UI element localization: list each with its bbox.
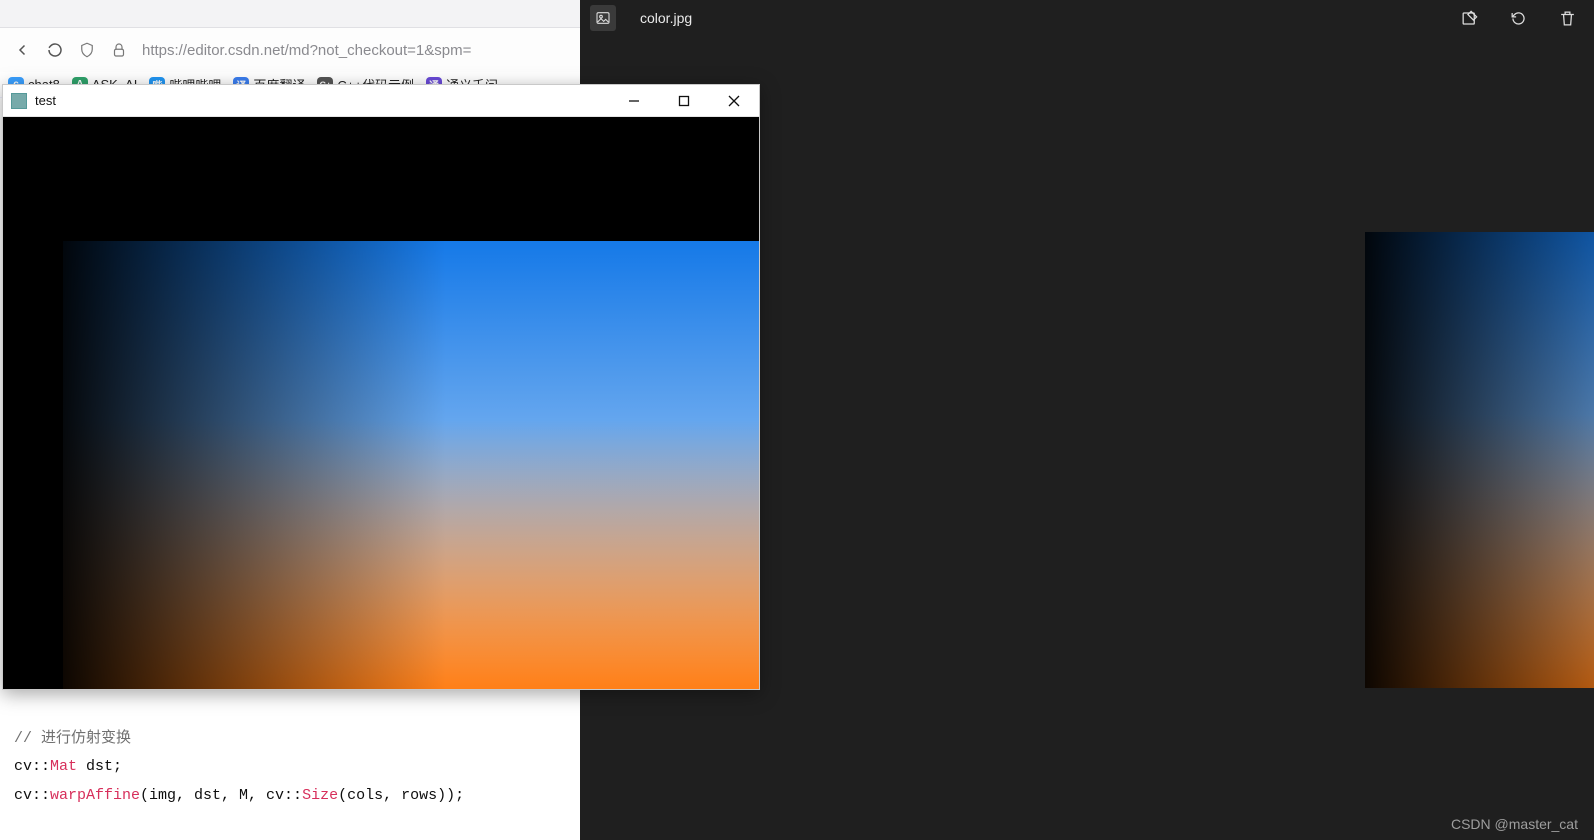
code-token: (cols, rows)); bbox=[338, 787, 464, 804]
code-token: (img, dst, M, cv:: bbox=[140, 787, 302, 804]
test-window: test bbox=[2, 84, 760, 690]
reload-icon[interactable] bbox=[46, 41, 64, 59]
browser-tabstrip bbox=[0, 0, 580, 28]
code-comment: // 进行仿射变换 bbox=[14, 730, 131, 747]
delete-icon[interactable] bbox=[1558, 9, 1577, 28]
code-token: Mat bbox=[50, 758, 77, 775]
code-token: warpAffine bbox=[50, 787, 140, 804]
edit-icon[interactable] bbox=[1460, 9, 1479, 28]
test-window-content bbox=[3, 117, 759, 689]
lock-icon[interactable] bbox=[110, 41, 128, 59]
code-snippet: // 进行仿射变换 cv::Mat dst; cv::warpAffine(im… bbox=[0, 717, 580, 840]
window-app-icon bbox=[11, 93, 27, 109]
test-window-titlebar[interactable]: test bbox=[3, 85, 759, 117]
back-icon[interactable] bbox=[14, 41, 32, 59]
test-image-viewport bbox=[63, 241, 759, 689]
url-text[interactable]: https://editor.csdn.net/md?not_checkout=… bbox=[142, 42, 471, 59]
browser-address-bar: https://editor.csdn.net/md?not_checkout=… bbox=[0, 28, 580, 72]
maximize-button[interactable] bbox=[659, 85, 709, 116]
code-token: cv:: bbox=[14, 787, 50, 804]
rotate-icon[interactable] bbox=[1509, 9, 1528, 28]
photos-image-viewport[interactable] bbox=[1365, 232, 1594, 688]
photos-toolbar: ••• bbox=[1460, 0, 1594, 36]
minimize-button[interactable] bbox=[609, 85, 659, 116]
shield-icon[interactable] bbox=[78, 41, 96, 59]
code-token: dst; bbox=[77, 758, 122, 775]
image-icon[interactable] bbox=[590, 5, 616, 31]
watermark-text: CSDN @master_cat bbox=[1451, 816, 1578, 832]
window-title: test bbox=[35, 93, 56, 108]
gradient-image bbox=[1365, 232, 1594, 688]
photos-topbar: color.jpg bbox=[580, 0, 1594, 36]
photos-filename: color.jpg bbox=[640, 10, 692, 26]
gradient-image bbox=[63, 241, 759, 689]
code-token: cv:: bbox=[14, 758, 50, 775]
code-token: Size bbox=[302, 787, 338, 804]
window-controls bbox=[609, 85, 759, 116]
close-button[interactable] bbox=[709, 85, 759, 116]
